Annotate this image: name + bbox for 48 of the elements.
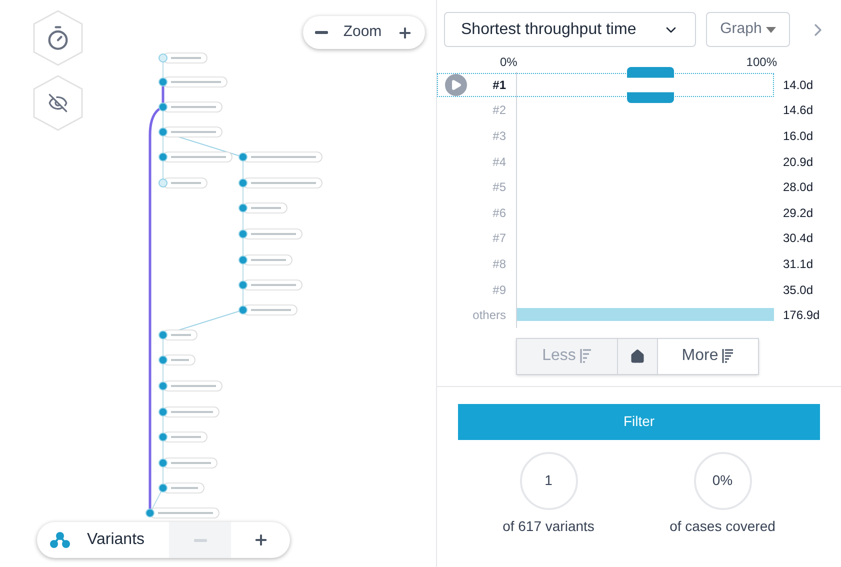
- minus-icon: [194, 538, 206, 542]
- variants-label: Variants: [87, 530, 146, 550]
- variant-label: #8: [492, 256, 506, 273]
- network-icon: [49, 531, 71, 549]
- visibility-button[interactable]: [33, 75, 83, 131]
- duration-label: 35.0d: [783, 282, 814, 299]
- variant-label: others: [472, 307, 506, 324]
- variant-label: #2: [492, 102, 506, 120]
- duration-label: 28.0d: [783, 179, 814, 196]
- zoom-label: Zoom: [343, 22, 382, 42]
- sort-lines-icon: [722, 348, 734, 364]
- axis-start-label: 0%: [500, 54, 518, 71]
- variant-label: #1: [492, 76, 506, 94]
- plus-icon: [252, 532, 268, 548]
- duration-label: 14.6d: [783, 102, 814, 120]
- timer-button[interactable]: [33, 10, 83, 66]
- variant-label: #4: [492, 154, 506, 171]
- minus-icon: [315, 31, 328, 34]
- stat-caption: of 617 variants: [502, 516, 594, 536]
- axis-end-label: 100%: [746, 54, 777, 71]
- variant-label: #3: [492, 128, 506, 145]
- duration-label: 20.9d: [783, 154, 814, 171]
- hidden-eye-icon: [48, 93, 68, 113]
- view-dropdown[interactable]: Graph: [706, 12, 790, 47]
- caret-icon: [766, 26, 776, 32]
- variant-label: #9: [492, 282, 506, 299]
- duration-label: 31.1d: [783, 256, 814, 273]
- duration-label: 16.0d: [783, 128, 814, 145]
- more-button[interactable]: More: [658, 338, 758, 374]
- home-icon: [630, 348, 645, 364]
- sort-dropdown[interactable]: Shortest throughput time: [444, 12, 696, 47]
- plus-icon: [397, 24, 413, 40]
- range-handle[interactable]: [627, 67, 674, 103]
- variant-label: #5: [492, 179, 506, 196]
- zoom-in-button[interactable]: [397, 24, 413, 40]
- home-button[interactable]: [617, 338, 658, 374]
- duration-label: 14.0d: [783, 76, 814, 94]
- sort-lines-icon: [580, 348, 592, 364]
- play-button[interactable]: [445, 74, 467, 96]
- variant-label: #7: [492, 230, 506, 248]
- play-icon: [450, 78, 462, 91]
- duration-label: 29.2d: [783, 204, 814, 222]
- stat-caption: of cases covered: [670, 516, 776, 536]
- duration-label: 176.9d: [783, 307, 820, 324]
- variant-label: #6: [492, 204, 506, 222]
- zoom-out-button[interactable]: [315, 31, 328, 34]
- filter-button[interactable]: Filter: [458, 404, 820, 440]
- duration-label: 30.4d: [783, 230, 814, 248]
